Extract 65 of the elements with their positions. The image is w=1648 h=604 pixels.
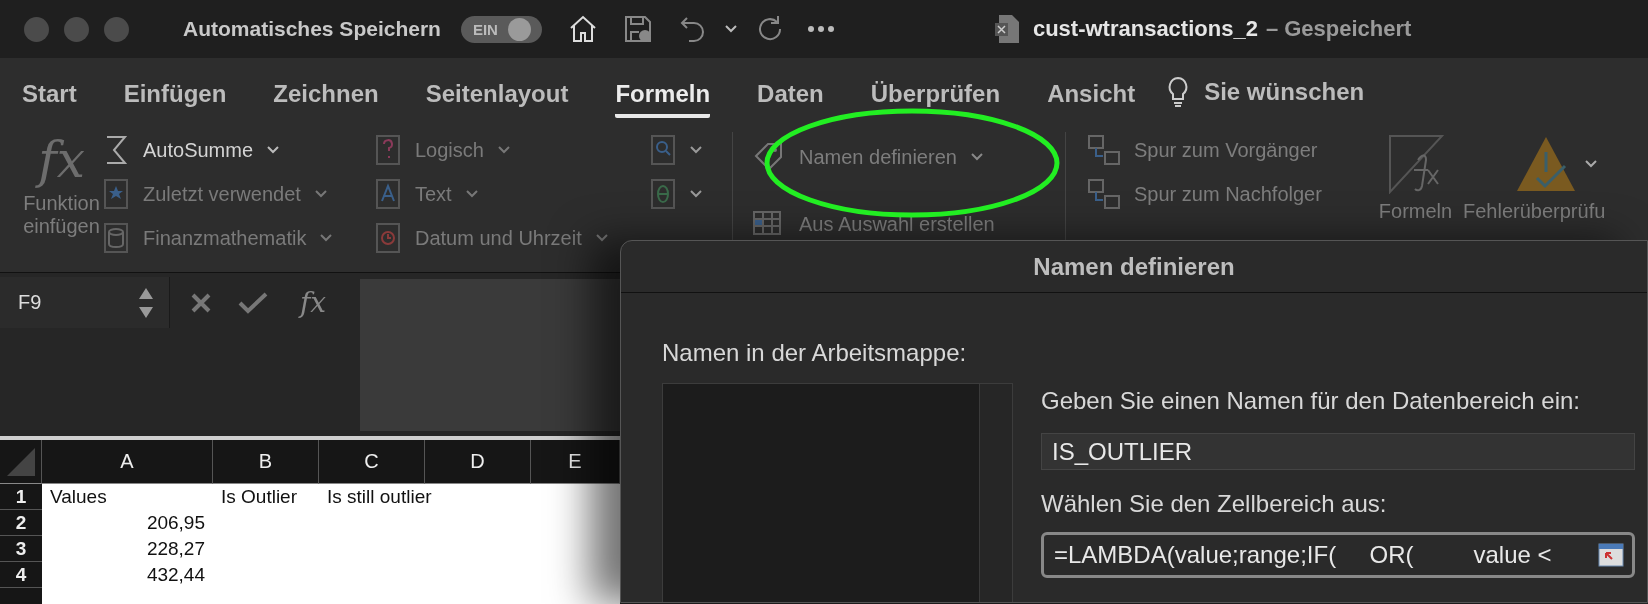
document-title: cust-wtransactions_2 [1032, 16, 1258, 42]
ribbon-tab[interactable]: Einfügen [123, 76, 227, 118]
chevron-icon [465, 190, 478, 198]
window-control[interactable] [104, 16, 129, 42]
database-icon [103, 223, 129, 253]
function-book-icon [650, 135, 676, 165]
autosave-toggle[interactable]: EIN [460, 15, 542, 43]
chevron-icon [314, 190, 327, 198]
ribbon-tab[interactable]: Daten [757, 76, 824, 118]
column-header[interactable]: C [319, 440, 425, 484]
ribbon-tab[interactable]: Überprüfen [870, 76, 1001, 118]
ribbon-dropdown-button[interactable]: AutoSumme [103, 128, 375, 172]
table-cell: 432,44 [146, 564, 205, 586]
formula-input[interactable] [360, 279, 620, 431]
name-box[interactable]: F9 [0, 277, 170, 328]
range-field[interactable]: =LAMBDA(value;range;IF( OR( value < [1041, 532, 1635, 578]
table-cell: Is Outlier [221, 486, 298, 508]
names-list-label: Namen in der Arbeitsmappe: [662, 339, 968, 367]
star-book-icon [103, 179, 129, 209]
chevron-icon [595, 234, 608, 242]
table-cell: 206,95 [146, 512, 205, 534]
column-header[interactable]: E [531, 440, 620, 484]
clock-book-icon [375, 223, 401, 253]
undo-icon[interactable] [678, 14, 707, 44]
confirm-icon[interactable] [238, 291, 268, 314]
dialog-title: Namen definieren [621, 241, 1647, 293]
ribbon-tab[interactable]: Ansicht [1047, 76, 1136, 118]
window-control[interactable] [24, 16, 49, 42]
formula-sheet-icon [1387, 134, 1444, 194]
chevron-icon [690, 190, 702, 198]
chevron-icon [690, 146, 702, 154]
document-icon [994, 14, 1021, 44]
ribbon-tab[interactable]: Seitenlayout [425, 76, 569, 118]
chevron-icon [320, 234, 333, 242]
range-prompt: Wählen Sie den Zellbereich aus: [1041, 490, 1388, 518]
save-status: – Gespeichert [1265, 16, 1412, 42]
autosave-label: Automatisches Speichern [183, 17, 441, 41]
window-control[interactable] [64, 16, 89, 42]
name-prompt: Geben Sie einen Namen für den Datenbereich ein: [1041, 387, 1581, 415]
chevron-icon [1585, 160, 1597, 168]
column-header[interactable]: A [42, 440, 213, 484]
name-field[interactable]: IS_OUTLIER [1041, 433, 1635, 470]
chevron-icon [497, 146, 510, 154]
tell-me-button[interactable]: Sie wünschen [1166, 72, 1365, 118]
question-book-icon [375, 135, 401, 165]
ribbon-tab[interactable]: Zeichnen [273, 76, 379, 118]
save-icon[interactable] [622, 14, 653, 44]
collapse-dialog-icon[interactable] [1598, 543, 1624, 567]
trace-arrow-icon [1088, 135, 1120, 165]
chevron-icon [267, 146, 280, 154]
cancel-icon[interactable] [190, 291, 212, 314]
table-cell: 228,27 [146, 538, 205, 560]
column-header[interactable]: B [213, 440, 319, 484]
table-cell: Values [50, 486, 107, 508]
column-header[interactable]: D [425, 440, 531, 484]
function-book-icon [650, 179, 676, 209]
insert-function-button[interactable]: fx [300, 286, 327, 319]
more-icon[interactable] [806, 25, 835, 33]
chevron-icon [724, 25, 737, 33]
letter-book-icon [375, 179, 401, 209]
trace-arrow-icon [1088, 179, 1120, 209]
ribbon-tab[interactable]: Start [22, 76, 77, 118]
chevron-icon [970, 153, 983, 161]
table-cell: Is still outlier [327, 486, 432, 508]
select-all-corner[interactable] [0, 440, 42, 484]
